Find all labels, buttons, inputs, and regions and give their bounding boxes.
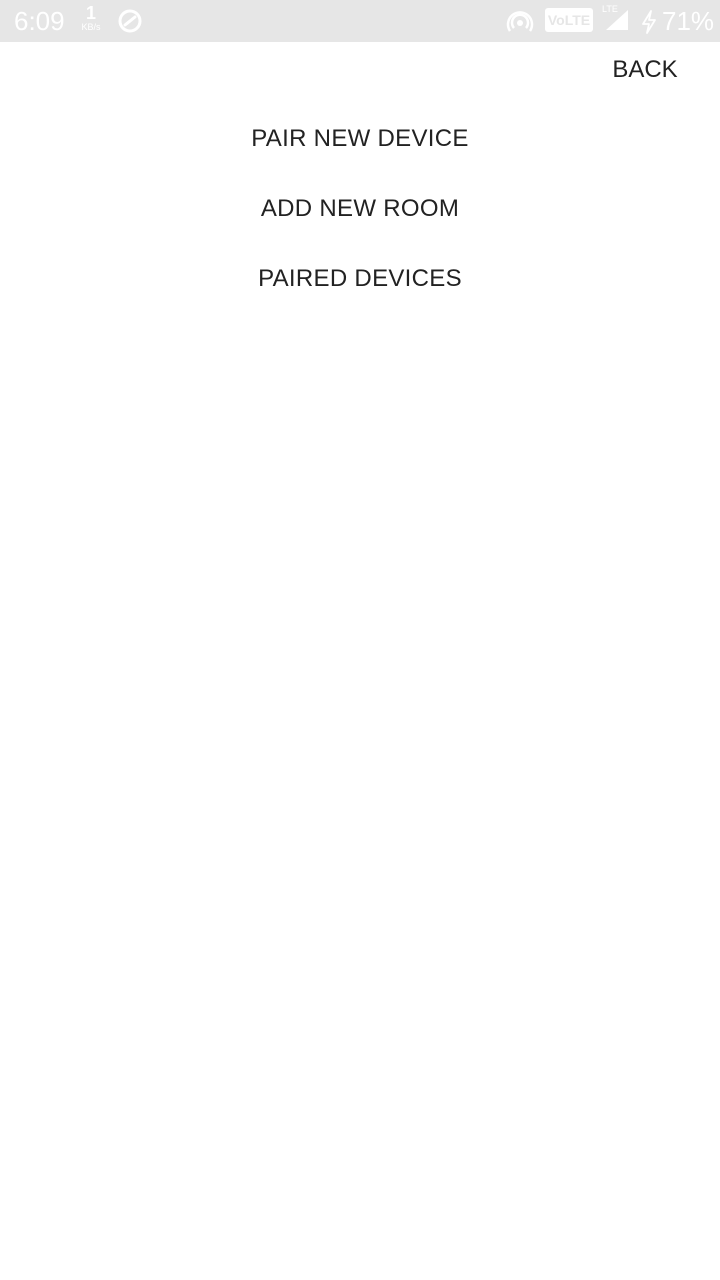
hotspot-icon [506, 11, 534, 32]
signal-icon [606, 10, 628, 30]
status-bar: 6:09 1 KB/s VoLTE LTE 71% [0, 0, 720, 42]
volte-badge: VoLTE [545, 8, 593, 32]
paired-devices-button[interactable]: PAIRED DEVICES [160, 259, 560, 299]
pair-new-device-button[interactable]: PAIR NEW DEVICE [160, 119, 560, 159]
add-new-room-button[interactable]: ADD NEW ROOM [160, 189, 560, 229]
app-notification-icon [118, 9, 142, 33]
back-button[interactable]: BACK [600, 50, 690, 90]
battery-percent: 71% [662, 6, 715, 36]
status-time: 6:09 [14, 6, 65, 36]
network-speed-value: 1 [85, 3, 96, 23]
network-speed-unit: KB/s [81, 22, 101, 32]
network-speed: 1 KB/s [76, 4, 106, 32]
charging-icon [642, 10, 656, 34]
